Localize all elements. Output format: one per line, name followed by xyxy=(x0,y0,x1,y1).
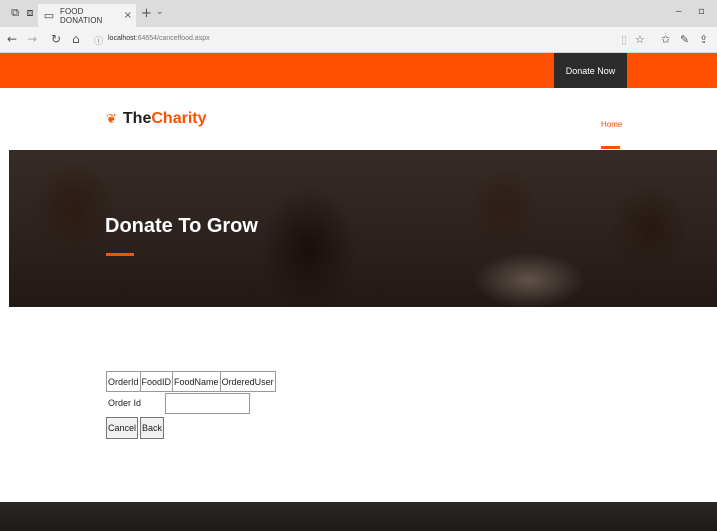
back-button[interactable]: Back xyxy=(140,417,164,439)
home-icon[interactable]: ⌂ xyxy=(72,32,80,46)
site-logo[interactable]: ❦ The Charity xyxy=(106,110,206,128)
minimize-icon[interactable]: – xyxy=(676,6,682,17)
cancel-button[interactable]: Cancel xyxy=(106,417,138,439)
address-bar: ← → ↻ ⌂ ⓘ localhost:64654/cancelfood.asp… xyxy=(0,27,717,53)
hero-accent-line xyxy=(106,253,134,256)
maximize-icon[interactable]: ▫ xyxy=(698,6,705,17)
charity-icon: ❦ xyxy=(106,111,117,127)
order-id-label: Order Id xyxy=(108,398,142,408)
column-header-orderid: OrderId xyxy=(106,371,141,392)
url-field[interactable]: localhost:64654/cancelfood.aspx xyxy=(108,35,210,42)
tab-menu-icon[interactable]: ⌄ xyxy=(156,7,164,17)
donate-now-button[interactable]: Donate Now xyxy=(554,53,627,88)
page-icon: ▭ xyxy=(43,9,55,22)
info-icon[interactable]: ⓘ xyxy=(94,34,103,47)
forward-icon[interactable]: → xyxy=(27,32,37,46)
column-header-foodid: FoodID xyxy=(139,371,174,392)
browser-tab-bar: ⧉ ⧈ ▭ FOOD DONATION × + ⌄ – ▫ xyxy=(0,0,717,27)
browser-tab[interactable]: ▭ FOOD DONATION × xyxy=(38,4,136,27)
pen-icon[interactable]: ✎ xyxy=(680,33,689,46)
tab-actions-icon[interactable]: ⧉ xyxy=(8,6,22,20)
share-icon[interactable]: ⇪ xyxy=(699,33,708,46)
orders-grid: OrderId FoodID FoodName OrderedUser xyxy=(106,371,276,392)
new-tab-icon[interactable]: + xyxy=(141,6,152,21)
refresh-icon[interactable]: ↻ xyxy=(51,32,61,46)
close-tab-icon[interactable]: × xyxy=(124,10,132,21)
favorites-icon[interactable]: ✩ xyxy=(661,33,670,46)
site-footer xyxy=(0,502,717,531)
tab-title: FOOD DONATION xyxy=(60,6,103,25)
column-header-ordereduser: OrderedUser xyxy=(219,371,276,392)
nav-home-link[interactable]: Home xyxy=(601,120,622,129)
order-id-input[interactable] xyxy=(165,393,250,414)
back-tabs-icon[interactable]: ⧈ xyxy=(23,6,37,20)
nav-active-indicator xyxy=(601,146,620,149)
hero-title: Donate To Grow xyxy=(105,215,258,237)
favorite-star-icon[interactable]: ☆ xyxy=(635,33,645,46)
column-header-foodname: FoodName xyxy=(172,371,221,392)
hero-banner: Donate To Grow xyxy=(9,150,717,307)
back-icon[interactable]: ← xyxy=(7,32,17,46)
reading-view-icon[interactable]: ▯ xyxy=(621,33,627,46)
